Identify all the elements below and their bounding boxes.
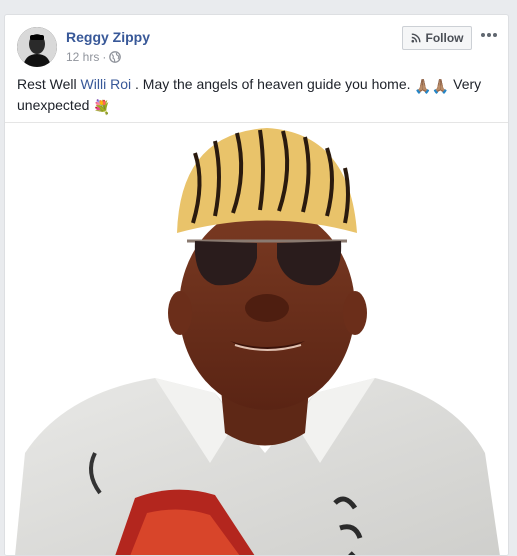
author-avatar[interactable] [17, 27, 57, 67]
post-photo[interactable] [5, 122, 508, 555]
post-timestamp[interactable]: 12 hrs [66, 50, 99, 64]
follow-label: Follow [425, 31, 464, 45]
bouquet-emoji: 💐 [93, 99, 111, 115]
post-card: Reggy Zippy 12 hrs · Follow Rest Well Wi… [4, 14, 509, 556]
post-meta: 12 hrs · [66, 50, 122, 64]
rss-icon [411, 33, 420, 43]
post-text: Rest Well Willi Roi . May the angels of … [5, 75, 508, 117]
post-text-before: Rest Well [17, 76, 81, 92]
post-header: Reggy Zippy 12 hrs · Follow [5, 15, 508, 73]
praying-emoji-1: 🙏🏽 [414, 78, 432, 94]
avatar-image [17, 27, 57, 67]
portrait-image [5, 123, 508, 555]
praying-emoji-2: 🙏🏽 [431, 78, 450, 94]
follow-button[interactable]: Follow [402, 26, 472, 50]
mention-link[interactable]: Willi Roi [81, 76, 132, 92]
post-text-after: . May the angels of heaven guide you hom… [131, 76, 415, 92]
globe-icon[interactable] [109, 51, 122, 63]
meta-separator: · [102, 50, 107, 64]
author-name[interactable]: Reggy Zippy [66, 29, 150, 45]
more-dots-icon[interactable] [479, 27, 499, 43]
